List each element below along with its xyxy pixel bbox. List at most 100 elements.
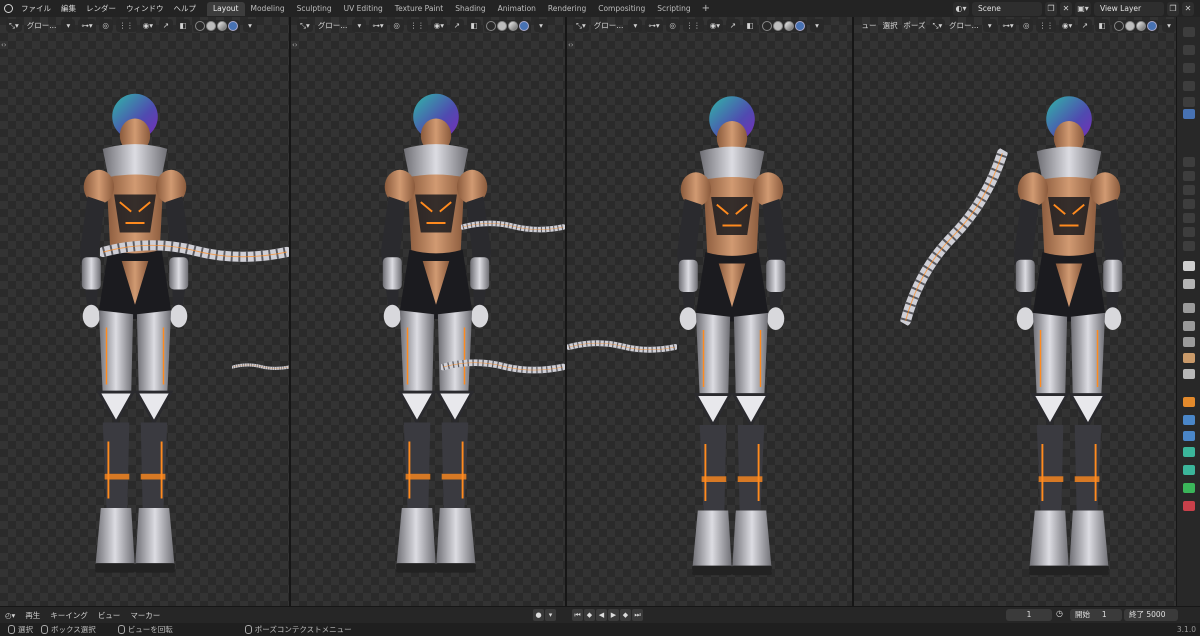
menu-help[interactable]: ヘルプ <box>169 0 202 17</box>
tab-modeling[interactable]: Modeling <box>245 2 291 16</box>
proportional-icon[interactable]: ◎ <box>98 19 113 32</box>
jump-end-icon[interactable]: ⏭ <box>632 609 643 621</box>
render-tab-icon[interactable] <box>1183 45 1195 55</box>
next-keyframe-icon[interactable]: ◆ <box>620 609 631 621</box>
solid-shading-icon[interactable] <box>773 20 783 31</box>
tab-scripting[interactable]: Scripting <box>651 2 696 16</box>
menu-render[interactable]: レンダー <box>81 0 121 17</box>
shading-chevron-down-icon[interactable]: ▾ <box>810 19 824 32</box>
tab-texture-paint[interactable]: Texture Paint <box>389 2 449 16</box>
tab-animation[interactable]: Animation <box>492 2 542 16</box>
link-icon[interactable]: ⊶▾ <box>999 19 1017 32</box>
toggle-icon[interactable] <box>1183 261 1195 271</box>
tool-tab-icon[interactable] <box>1183 27 1195 37</box>
data-properties-icon[interactable] <box>1183 465 1195 475</box>
play-reverse-icon[interactable]: ◀ <box>596 609 607 621</box>
gizmo-icon[interactable]: ↗ <box>159 19 173 32</box>
rendered-shading-icon[interactable] <box>795 20 805 31</box>
end-frame-field[interactable]: 終了 5000 <box>1124 609 1178 621</box>
orientation-icon[interactable]: ⤡▾ <box>573 19 589 32</box>
orientation-icon[interactable]: ⤡▾ <box>297 19 313 32</box>
tab-compositing[interactable]: Compositing <box>592 2 651 16</box>
menu-view[interactable]: ュー <box>860 19 878 32</box>
orientation-icon[interactable]: ⤡▾ <box>929 19 945 32</box>
editor-type-icon[interactable]: ◴▾ <box>0 611 20 620</box>
view-layer-tab-icon[interactable] <box>1183 81 1195 91</box>
gizmo-icon[interactable]: ↗ <box>726 19 740 32</box>
gizmo-icon[interactable]: ↗ <box>450 19 464 32</box>
scene-selector-icon[interactable]: ◐▾ <box>953 1 969 16</box>
rendered-shading-icon[interactable] <box>228 20 238 31</box>
playback-menu[interactable]: 再生 <box>20 610 45 621</box>
menu-pose[interactable]: ポーズ <box>902 19 927 32</box>
wireframe-shading-icon[interactable] <box>486 20 496 31</box>
wireframe-shading-icon[interactable] <box>762 20 772 31</box>
tab-sculpting[interactable]: Sculpting <box>291 2 338 16</box>
orientation-chevron-down-icon[interactable]: ▾ <box>61 19 76 32</box>
tab-uv-editing[interactable]: UV Editing <box>338 2 389 16</box>
visibility-icon[interactable]: ◉▾ <box>706 19 723 32</box>
menu-edit[interactable]: 編集 <box>56 0 81 17</box>
delete-view-layer-icon[interactable]: ✕ <box>1182 1 1194 16</box>
menu-file[interactable]: ファイル <box>16 0 56 17</box>
visibility-icon[interactable]: ◉▾ <box>1059 19 1075 32</box>
add-workspace-button[interactable]: + <box>697 3 715 14</box>
view-layer-field[interactable]: View Layer <box>1094 1 1164 16</box>
new-scene-icon[interactable]: ❐ <box>1045 1 1057 16</box>
view-layer-selector-icon[interactable]: ▣▾ <box>1075 1 1091 16</box>
marker-menu[interactable]: マーカー <box>125 610 165 621</box>
record-options-chevron-down-icon[interactable]: ▾ <box>545 609 556 621</box>
current-frame-field[interactable]: 1 <box>1006 609 1052 621</box>
camera-icon[interactable] <box>1183 185 1195 195</box>
modifier-properties-icon[interactable] <box>1183 415 1195 425</box>
proportional-icon[interactable]: ◎ <box>389 19 404 32</box>
visibility-icon[interactable]: ◉▾ <box>430 19 447 32</box>
output-properties-icon[interactable] <box>1183 321 1195 331</box>
viewport-2[interactable]: ⤡▾ グロー... ▾ ⊶▾ ◎ ⋮⋮ ◉▾ ↗ ◧ ▾ ‹› <box>291 17 565 606</box>
scene-tab-icon[interactable] <box>1183 97 1195 107</box>
prev-keyframe-icon[interactable]: ◆ <box>584 609 595 621</box>
solid-shading-icon[interactable] <box>1124 20 1135 31</box>
play-icon[interactable]: ▶ <box>608 609 619 621</box>
expand-toolbar-icon[interactable]: ‹› <box>568 41 574 49</box>
material-shading-icon[interactable] <box>508 20 518 31</box>
wrench-icon[interactable] <box>1183 279 1195 289</box>
record-icon[interactable]: ● <box>533 609 544 621</box>
bone-properties-icon[interactable] <box>1183 483 1195 493</box>
menu-select[interactable]: 選択 <box>881 19 899 32</box>
constraint-properties-icon[interactable] <box>1183 447 1195 457</box>
xray-icon[interactable]: ◧ <box>743 19 757 32</box>
viewport-3[interactable]: ⤡▾ グロー... ▾ ⊶▾ ◎ ⋮⋮ ◉▾ ↗ ◧ ▾ ‹› <box>567 17 852 606</box>
menu-window[interactable]: ウィンドウ <box>121 0 169 17</box>
snap-grid-icon[interactable]: ⋮⋮ <box>406 19 428 32</box>
camera-icon[interactable] <box>1183 171 1195 181</box>
material-shading-icon[interactable] <box>1135 20 1146 31</box>
camera-tab-icon[interactable] <box>1183 109 1195 119</box>
xray-icon[interactable]: ◧ <box>1094 19 1109 32</box>
orientation-dropdown[interactable]: グロー... <box>948 19 980 32</box>
camera-icon[interactable] <box>1183 213 1195 223</box>
link-icon[interactable]: ⊶▾ <box>78 19 96 32</box>
xray-icon[interactable]: ◧ <box>467 19 481 32</box>
proportional-icon[interactable]: ◎ <box>1019 19 1034 32</box>
render-properties-icon[interactable] <box>1183 303 1195 313</box>
view-menu[interactable]: ビュー <box>93 610 126 621</box>
link-icon[interactable]: ⊶▾ <box>369 19 387 32</box>
orientation-dropdown[interactable]: グロー... <box>316 19 350 32</box>
orientation-dropdown[interactable]: グロー... <box>25 19 59 32</box>
camera-icon[interactable] <box>1183 227 1195 237</box>
orientation-icon[interactable]: ⤡▾ <box>6 19 22 32</box>
rendered-shading-icon[interactable] <box>519 20 529 31</box>
snap-grid-icon[interactable]: ⋮⋮ <box>682 19 704 32</box>
expand-toolbar-icon[interactable]: ‹› <box>1 41 7 49</box>
gizmo-icon[interactable]: ↗ <box>1077 19 1092 32</box>
orientation-chevron-down-icon[interactable]: ▾ <box>352 19 367 32</box>
camera-icon[interactable] <box>1183 241 1195 251</box>
texture-properties-icon[interactable] <box>1183 501 1195 511</box>
tab-shading[interactable]: Shading <box>449 2 491 16</box>
keying-menu[interactable]: キーイング <box>45 610 93 621</box>
viewport-4[interactable]: ュー 選択 ポーズ ⤡▾ グロー... ▾ ⊶▾ ◎ ⋮⋮ ◉▾ ↗ ◧ ▾ <box>854 17 1176 606</box>
new-view-layer-icon[interactable]: ❐ <box>1167 1 1179 16</box>
camera-icon[interactable] <box>1183 157 1195 167</box>
viewport-1[interactable]: ⤡▾ グロー... ▾ ⊶▾ ◎ ⋮⋮ ◉▾ ↗ ◧ ▾ ‹› <box>0 17 289 606</box>
